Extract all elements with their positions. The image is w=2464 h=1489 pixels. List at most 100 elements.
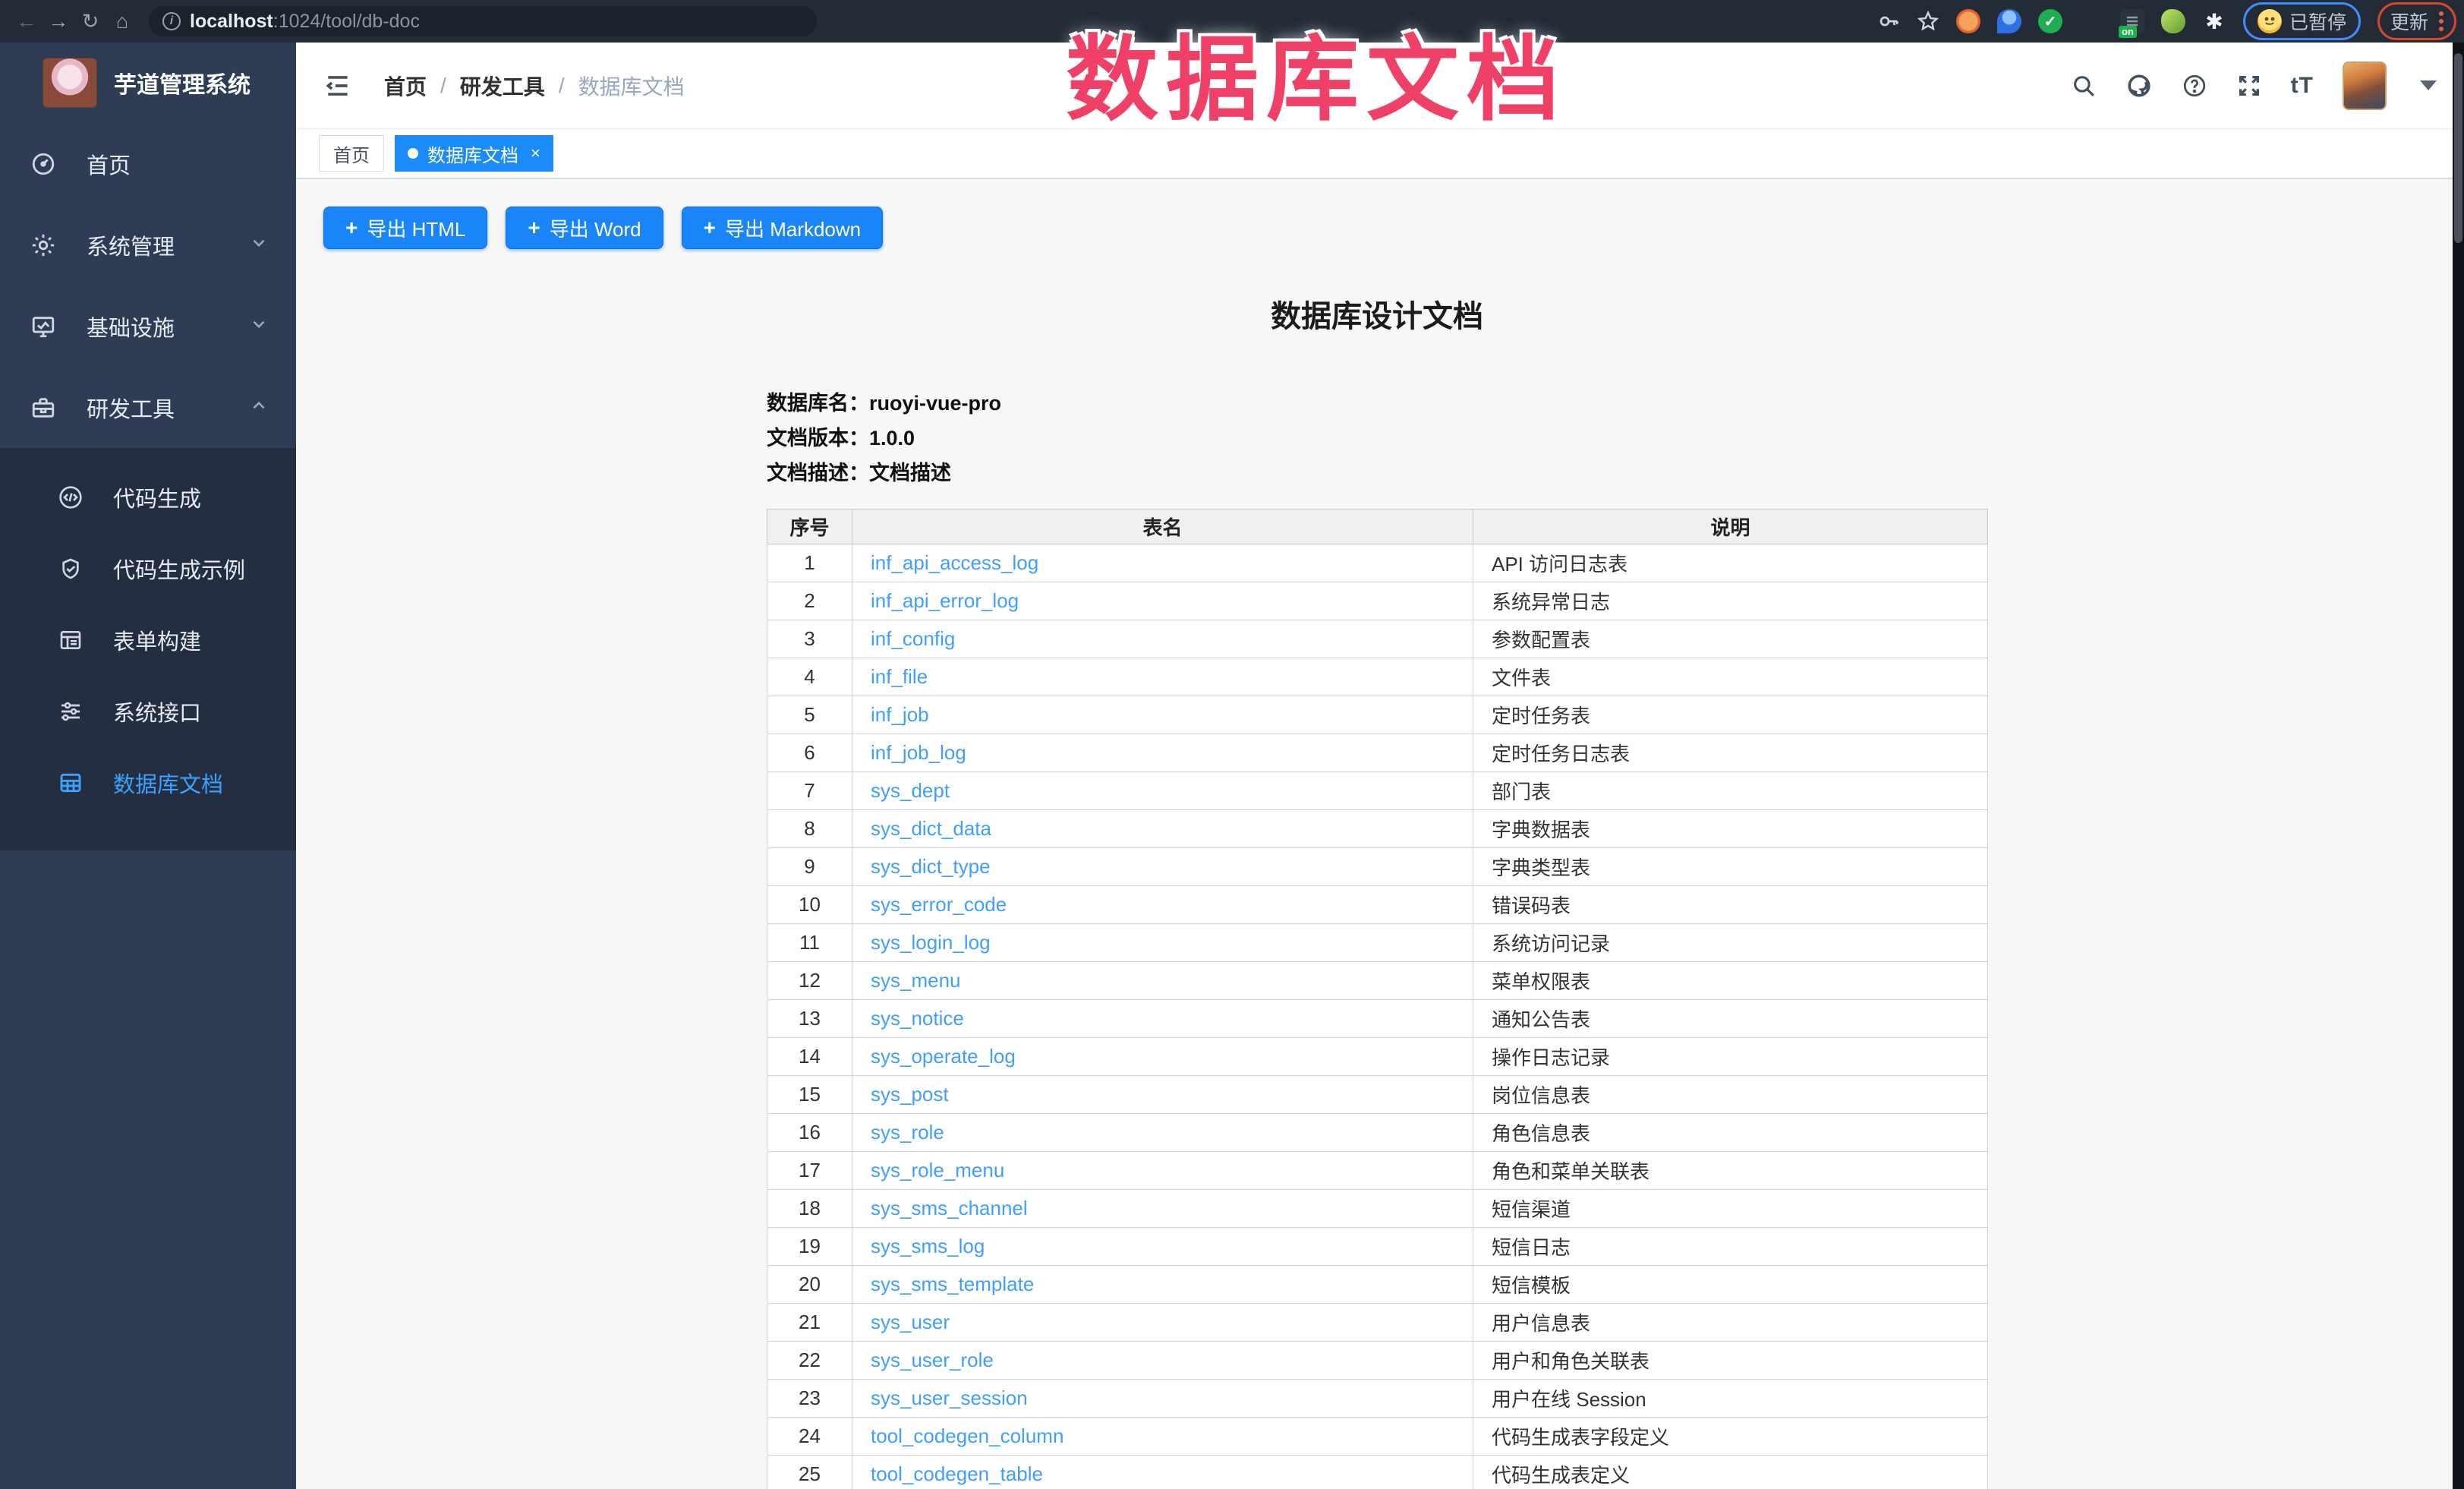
table-name-cell: sys_dept [852, 772, 1473, 810]
table-name-link[interactable]: inf_config [871, 627, 955, 650]
table-name-link[interactable]: inf_job_log [871, 741, 966, 764]
extension-switch-icon[interactable]: on [2120, 9, 2144, 33]
sidebar-item-db-doc[interactable]: 数据库文档 [0, 747, 296, 819]
table-name-link[interactable]: sys_operate_log [871, 1045, 1016, 1068]
table-name-link[interactable]: sys_sms_template [871, 1273, 1034, 1295]
table-name-link[interactable]: sys_menu [871, 969, 961, 992]
extension-leaf-icon[interactable] [2161, 9, 2185, 33]
sidebar-item-dev-tools[interactable]: 研发工具 [0, 367, 296, 448]
table-name-cell: inf_job [852, 696, 1473, 734]
key-icon[interactable] [1877, 10, 1900, 33]
table-name-link[interactable]: sys_role_menu [871, 1159, 1004, 1181]
table-row: 9 sys_dict_type 字典类型表 [767, 848, 1988, 886]
meta-label: 文档版本： [767, 427, 869, 450]
row-index-cell: 7 [767, 772, 852, 810]
help-icon[interactable] [2182, 73, 2207, 99]
sidebar-item-system-api[interactable]: 系统接口 [0, 676, 296, 747]
app-logo-row[interactable]: 芋道管理系统 [0, 43, 296, 123]
back-icon[interactable]: ← [11, 10, 43, 33]
browser-chrome-bar: ← → ↻ ⌂ i localhost:1024/tool/db-doc ✓ o… [0, 0, 2464, 43]
export-html-button[interactable]: + 导出 HTML [323, 207, 487, 249]
table-name-link[interactable]: sys_user_session [871, 1386, 1028, 1409]
description-cell: 定时任务表 [1473, 696, 1988, 734]
breadcrumb-home[interactable]: 首页 [384, 71, 427, 101]
font-size-icon[interactable]: tT [2291, 73, 2314, 99]
description-cell: 定时任务日志表 [1473, 734, 1988, 772]
table-row: 1 inf_api_access_log API 访问日志表 [767, 544, 1988, 582]
description-cell: 菜单权限表 [1473, 962, 1988, 1000]
tab-home[interactable]: 首页 [319, 135, 384, 172]
table-header-row: 序号 表名 说明 [767, 509, 1988, 544]
fullscreen-icon[interactable] [2236, 73, 2262, 99]
table-name-link[interactable]: sys_sms_channel [871, 1197, 1028, 1219]
scrollbar-track[interactable] [2453, 43, 2464, 1489]
table-name-link[interactable]: sys_dept [871, 779, 950, 802]
table-name-link[interactable]: sys_sms_log [871, 1235, 985, 1257]
on-badge: on [2119, 26, 2137, 38]
search-icon[interactable] [2071, 73, 2097, 99]
table-name-link[interactable]: sys_user [871, 1311, 950, 1333]
table-name-link[interactable]: sys_error_code [871, 893, 1007, 916]
forward-icon[interactable]: → [43, 10, 74, 33]
extension-grid-icon[interactable] [2079, 9, 2103, 33]
browser-menu-icon[interactable] [2439, 11, 2444, 31]
table-row: 3 inf_config 参数配置表 [767, 620, 1988, 658]
tab-db-doc[interactable]: 数据库文档 × [395, 135, 553, 172]
table-name-link[interactable]: sys_notice [871, 1007, 964, 1030]
table-name-cell: sys_operate_log [852, 1038, 1473, 1076]
table-name-cell: tool_codegen_table [852, 1456, 1473, 1489]
table-name-link[interactable]: sys_role [871, 1121, 944, 1144]
extension-pin-icon[interactable] [1997, 9, 2021, 33]
user-menu-caret-icon[interactable] [2420, 80, 2437, 90]
scrollbar-thumb[interactable] [2454, 53, 2462, 243]
table-name-link[interactable]: sys_user_role [871, 1349, 994, 1371]
row-index-cell: 14 [767, 1038, 852, 1076]
emoji-extension-icon[interactable] [2258, 9, 2282, 33]
table-name-link[interactable]: inf_job [871, 703, 929, 726]
bookmark-star-icon[interactable] [1917, 10, 1939, 33]
table-name-link[interactable]: sys_login_log [871, 931, 991, 954]
table-name-link[interactable]: inf_api_error_log [871, 589, 1019, 612]
export-word-button[interactable]: + 导出 Word [506, 207, 663, 249]
row-index-cell: 13 [767, 1000, 852, 1038]
extension-puzzle-icon[interactable]: ✱ [2202, 9, 2226, 33]
breadcrumb-dev-tools[interactable]: 研发工具 [460, 71, 545, 101]
row-index-cell: 9 [767, 848, 852, 886]
table-name-link[interactable]: sys_dict_type [871, 855, 991, 878]
sidebar-item-codegen[interactable]: 代码生成 [0, 462, 296, 533]
extension-orange-icon[interactable] [1956, 9, 1980, 33]
table-name-link[interactable]: tool_codegen_column [871, 1424, 1063, 1447]
user-avatar[interactable] [2343, 62, 2387, 110]
table-name-link[interactable]: inf_api_access_log [871, 551, 1038, 574]
extension-check-icon[interactable]: ✓ [2038, 9, 2062, 33]
update-button[interactable]: 更新 [2390, 8, 2428, 35]
table-name-link[interactable]: inf_file [871, 665, 928, 688]
table-row: 20 sys_sms_template 短信模板 [767, 1266, 1988, 1304]
sidebar-item-infrastructure[interactable]: 基础设施 [0, 285, 296, 367]
tab-close-icon[interactable]: × [531, 145, 540, 162]
export-markdown-button[interactable]: + 导出 Markdown [682, 207, 884, 249]
address-bar[interactable]: i localhost:1024/tool/db-doc [149, 6, 817, 36]
row-index-cell: 1 [767, 544, 852, 582]
sidebar-item-codegen-demo[interactable]: 代码生成示例 [0, 533, 296, 604]
row-index-cell: 21 [767, 1304, 852, 1342]
url-path: :1024/tool/db-doc [273, 11, 420, 32]
site-info-icon[interactable]: i [162, 12, 181, 30]
description-cell: 短信模板 [1473, 1266, 1988, 1304]
dashboard-icon [30, 151, 64, 177]
page-content: + 导出 HTML + 导出 Word + 导出 Markdown 数据库设计文… [296, 179, 2464, 1489]
toolbox-icon [30, 395, 64, 421]
table-name-link[interactable]: sys_dict_data [871, 817, 991, 840]
breadcrumb: 首页 / 研发工具 / 数据库文档 [384, 71, 685, 101]
github-icon[interactable] [2125, 72, 2153, 99]
sidebar-item-system[interactable]: 系统管理 [0, 204, 296, 285]
table-row: 12 sys_menu 菜单权限表 [767, 962, 1988, 1000]
reload-icon[interactable]: ↻ [74, 10, 106, 33]
sidebar-collapse-icon[interactable] [323, 71, 352, 100]
table-row: 21 sys_user 用户信息表 [767, 1304, 1988, 1342]
sidebar-item-form-builder[interactable]: 表单构建 [0, 604, 296, 676]
home-icon[interactable]: ⌂ [106, 10, 138, 33]
sidebar-item-home[interactable]: 首页 [0, 123, 296, 204]
table-name-link[interactable]: tool_codegen_table [871, 1462, 1043, 1485]
table-name-link[interactable]: sys_post [871, 1083, 949, 1106]
